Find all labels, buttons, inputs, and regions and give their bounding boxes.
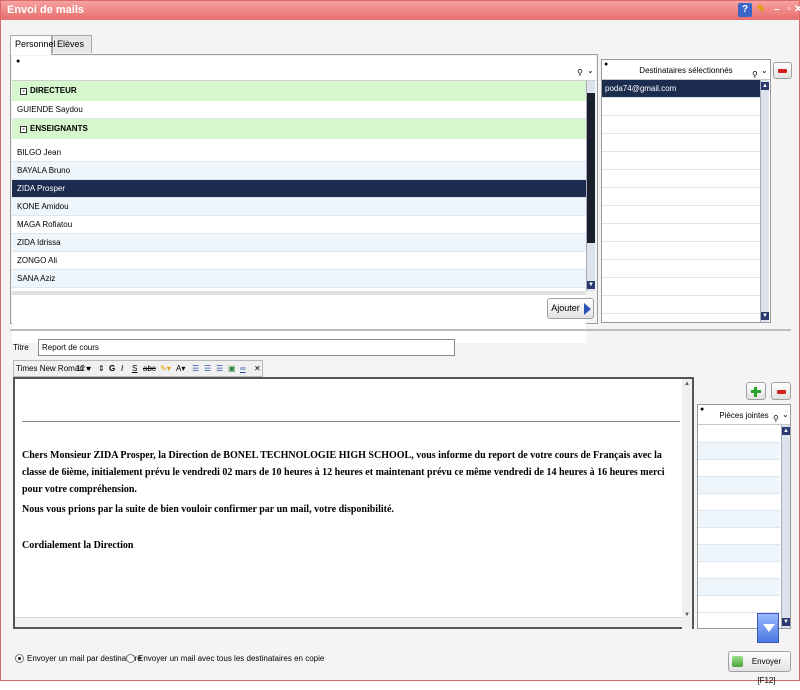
align-center-icon[interactable]: ☰ (204, 361, 211, 376)
scroll-up-icon[interactable]: ▲ (761, 82, 769, 90)
download-icon[interactable] (757, 613, 779, 643)
underline-icon[interactable]: S (132, 361, 137, 376)
add-button[interactable]: Ajouter (547, 298, 594, 319)
arrow-right-icon (584, 303, 591, 315)
mail-window: Envoi de mails ? ✎ – ▫ ✕ Personnel Elève… (0, 0, 800, 685)
italic-icon[interactable]: I (121, 361, 123, 376)
help-icon[interactable]: ? (738, 3, 752, 17)
editor-scrollbar[interactable]: ▲ ▼ (682, 379, 692, 629)
title-bar: Envoi de mails ? ✎ – ▫ ✕ (1, 1, 800, 20)
search-icon[interactable]: ⚲ (577, 68, 583, 77)
staff-scrollbar[interactable]: ▼ (586, 81, 595, 291)
search-icon[interactable]: ⚲ (752, 70, 758, 79)
chevron-down-icon[interactable]: ⌄ (782, 410, 789, 419)
group-row-directeur[interactable]: - DIRECTEUR (12, 81, 586, 101)
title-label: Titre (13, 343, 29, 352)
chevron-down-icon[interactable]: ⌄ (587, 66, 594, 75)
recipients-header: Destinataires sélectionnés (602, 60, 770, 80)
tab-eleves[interactable]: Elèves (52, 35, 92, 53)
list-item[interactable]: MAGA Rofiatou (12, 216, 586, 234)
recipients-list: poda74@gmail.com (602, 80, 760, 322)
scroll-down-icon[interactable]: ▼ (684, 612, 690, 618)
message-body[interactable]: Chers Monsieur ZIDA Prosper, la Directio… (15, 379, 684, 619)
list-item[interactable]: SANA Aziz (12, 270, 586, 288)
font-color-icon[interactable]: A▾ (176, 361, 185, 376)
group-row-enseignants[interactable]: - ENSEIGNANTS (12, 119, 586, 139)
list-item[interactable]: BILGO Jean (12, 144, 586, 162)
list-item[interactable]: GUIENDE Saydou (12, 101, 586, 119)
link-icon[interactable]: ∞ (240, 361, 246, 376)
send-icon (732, 656, 743, 667)
collapse-icon[interactable]: - (20, 88, 27, 95)
scroll-down-icon[interactable]: ▼ (782, 618, 790, 626)
close-icon[interactable]: ✕ (794, 3, 800, 17)
minus-icon (777, 390, 786, 394)
title-input[interactable]: Report de cours (38, 339, 455, 356)
attachments-scrollbar[interactable]: ▲ ▼ (781, 425, 790, 628)
tab-personnel[interactable]: Personnel (10, 35, 56, 55)
window-title: Envoi de mails (7, 4, 85, 16)
list-item-selected[interactable]: ZIDA Prosper (12, 180, 586, 198)
scroll-down-icon[interactable]: ▼ (761, 312, 769, 320)
staff-list-header: ● ⚲ ⌄ (12, 56, 596, 81)
horizontal-rule (22, 421, 680, 422)
send-button[interactable]: Envoyer [F12] (728, 651, 791, 685)
scroll-down-icon[interactable]: ▼ (587, 281, 595, 289)
search-icon[interactable]: ⚲ (773, 414, 779, 423)
highlight-icon[interactable]: ✎▾ (160, 361, 171, 376)
chevron-down-icon[interactable]: ⌄ (761, 66, 768, 75)
font-size-select[interactable]: 12 ▾ (76, 361, 91, 376)
scroll-thumb[interactable] (587, 93, 595, 243)
minus-icon (778, 69, 787, 73)
list-item[interactable]: BAYALA Bruno (12, 162, 586, 180)
staff-hscrollbar[interactable] (12, 291, 586, 295)
section-divider (10, 329, 791, 331)
remove-attachment-button[interactable] (771, 382, 791, 400)
editor-hscrollbar[interactable] (15, 617, 683, 627)
collapse-icon[interactable]: - (20, 126, 27, 133)
font-size-stepper-icon[interactable]: ⇕ (98, 361, 105, 376)
message-paragraph: Chers Monsieur ZIDA Prosper, la Directio… (22, 450, 665, 495)
message-paragraph: Nous vous prions par la suite de bien vo… (22, 504, 394, 515)
editor-toolbar: Times New Roman ▾ 12 ▾ ⇕ G I S abc ✎▾ A▾… (13, 360, 263, 377)
message-paragraph: Cordialement la Direction (22, 540, 134, 551)
list-item[interactable]: ZIDA Idrissa (12, 234, 586, 252)
attachments-panel: ● Pièces jointes ⚲ ⌄ ▲ ▼ (697, 404, 791, 629)
recipient-item[interactable]: poda74@gmail.com (602, 80, 760, 98)
clear-format-icon[interactable]: ✕ (254, 361, 261, 376)
align-left-icon[interactable]: ☰ (192, 361, 199, 376)
radio-per-recipient[interactable] (15, 654, 24, 663)
staff-list: - DIRECTEUR GUIENDE Saydou - ENSEIGNANTS B… (12, 81, 586, 343)
align-right-icon[interactable]: ☰ (216, 361, 223, 376)
add-attachment-button[interactable] (746, 382, 766, 400)
pin-icon[interactable]: ● (16, 58, 20, 65)
list-item[interactable]: ZONGO Ali (12, 252, 586, 270)
recipients-scrollbar[interactable]: ▲ ▼ (760, 80, 769, 322)
list-item[interactable]: KONE Amidou (12, 198, 586, 216)
scroll-up-icon[interactable]: ▲ (684, 381, 690, 387)
scroll-up-icon[interactable]: ▲ (782, 427, 790, 435)
message-editor[interactable]: Chers Monsieur ZIDA Prosper, la Directio… (13, 377, 694, 629)
recipients-panel: ● Destinataires sélectionnés ⚲ ⌄ poda74@… (601, 59, 771, 323)
staff-panel: ● ⚲ ⌄ - DIRECTEUR GUIENDE Saydou - ENSEIGN… (10, 54, 598, 343)
bold-icon[interactable]: G (109, 361, 115, 376)
wand-icon[interactable]: ✎ (754, 3, 768, 17)
remove-recipient-button[interactable] (773, 62, 792, 79)
image-icon[interactable]: ▣ (228, 361, 236, 376)
strikethrough-icon[interactable]: abc (143, 361, 156, 376)
radio-all-in-copy[interactable] (126, 654, 135, 663)
